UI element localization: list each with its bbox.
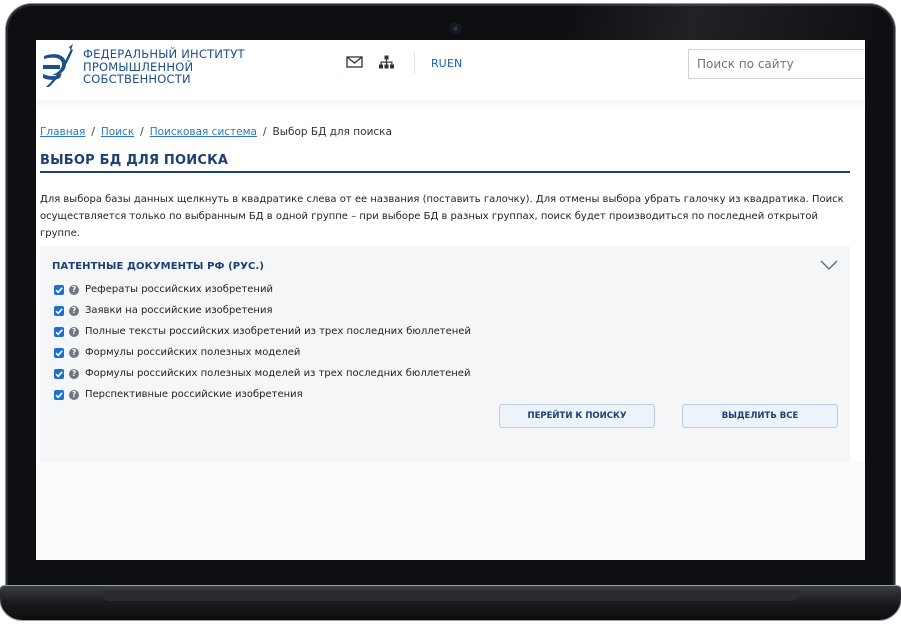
breadcrumb-search-link[interactable]: Поиск — [101, 126, 134, 138]
breadcrumb-separator: / — [91, 126, 95, 138]
db-checkbox[interactable] — [54, 305, 64, 316]
help-icon[interactable]: ? — [69, 389, 79, 400]
breadcrumb-separator: / — [140, 126, 144, 138]
browser-viewport: ФЕДЕРАЛЬНЫЙ ИНСТИТУТ ПРОМЫШЛЕННОЙ СОБСТВ… — [36, 40, 865, 560]
logo-text[interactable]: ФЕДЕРАЛЬНЫЙ ИНСТИТУТ ПРОМЫШЛЕННОЙ СОБСТВ… — [83, 48, 283, 86]
db-label: Формулы российских полезных моделей из т… — [85, 368, 471, 379]
help-icon[interactable]: ? — [69, 347, 79, 358]
header-divider — [414, 52, 415, 74]
db-label: Формулы российских полезных моделей — [85, 347, 301, 358]
db-list-item: ? Формулы российских полезных моделей из… — [54, 363, 471, 384]
lang-en-link[interactable]: EN — [447, 57, 462, 70]
db-list-item: ? Формулы российских полезных моделей — [54, 342, 471, 363]
lang-ru-link[interactable]: RU — [431, 57, 447, 70]
db-checkbox[interactable] — [54, 389, 64, 400]
logo-line: СОБСТВЕННОСТИ — [83, 72, 191, 86]
header-shadow — [36, 100, 865, 110]
lid-glare — [566, 4, 886, 44]
checkmark-icon — [55, 328, 63, 335]
mail-icon[interactable] — [346, 55, 363, 69]
logo-line: ФЕДЕРАЛЬНЫЙ ИНСТИТУТ — [83, 47, 245, 61]
checkmark-icon — [55, 370, 63, 377]
checkmark-icon — [55, 349, 63, 356]
db-list-item: ? Рефераты российских изобретений — [54, 279, 471, 300]
db-group-panel: ПАТЕНТНЫЕ ДОКУМЕНТЫ РФ (РУС.) ? Рефераты… — [40, 246, 850, 462]
db-label: Перспективные российские изобретения — [85, 389, 303, 400]
db-label: Рефераты российских изобретений — [85, 284, 273, 295]
page-description: Для выбора базы данных щелкнуть в квадра… — [40, 194, 844, 239]
page-empty-area — [36, 462, 865, 560]
sitemap-icon[interactable] — [378, 55, 395, 69]
breadcrumb: Главная / Поиск / Поисковая система / Выбор БД… — [40, 126, 392, 138]
db-list-item: ? Полные тексты российских изобретений и… — [54, 321, 471, 342]
go-to-search-button[interactable]: ПЕРЕЙТИ К ПОИСКУ — [499, 404, 655, 428]
help-icon[interactable]: ? — [69, 305, 79, 316]
page-title: ВЫБОР БД ДЛЯ ПОИСКА — [40, 153, 229, 168]
db-checkbox[interactable] — [54, 368, 64, 379]
db-group-title[interactable]: ПАТЕНТНЫЕ ДОКУМЕНТЫ РФ (РУС.) — [52, 261, 264, 272]
laptop-hinge — [102, 590, 799, 601]
site-header: ФЕДЕРАЛЬНЫЙ ИНСТИТУТ ПРОМЫШЛЕННОЙ СОБСТВ… — [36, 40, 865, 101]
db-list-item: ? Заявки на российские изобретения — [54, 300, 471, 321]
db-checkbox[interactable] — [54, 326, 64, 337]
db-list: ? Рефераты российских изобретений ? Заяв… — [54, 279, 471, 405]
db-list-item: ? Перспективные российские изобретения — [54, 384, 471, 405]
db-checkbox[interactable] — [54, 284, 64, 295]
help-icon[interactable]: ? — [69, 284, 79, 295]
breadcrumb-home-link[interactable]: Главная — [40, 126, 85, 138]
select-all-button[interactable]: ВЫДЕЛИТЬ ВСЕ — [682, 404, 838, 428]
breadcrumb-search-system-link[interactable]: Поисковая система — [150, 126, 257, 138]
webcam — [451, 24, 460, 33]
db-label: Заявки на российские изобретения — [85, 305, 273, 316]
fips-logo-icon[interactable] — [40, 44, 78, 88]
chevron-down-icon[interactable] — [820, 259, 838, 271]
checkmark-icon — [55, 391, 63, 398]
site-search-input[interactable] — [688, 49, 864, 79]
help-icon[interactable]: ? — [69, 368, 79, 379]
db-label: Полные тексты российских изобретений из … — [85, 326, 471, 337]
breadcrumb-current: Выбор БД для поиска — [272, 126, 392, 138]
checkmark-icon — [55, 286, 63, 293]
db-checkbox[interactable] — [54, 347, 64, 358]
checkmark-icon — [55, 307, 63, 314]
help-icon[interactable]: ? — [69, 326, 79, 337]
breadcrumb-separator: / — [262, 126, 267, 138]
title-underline — [40, 171, 850, 173]
